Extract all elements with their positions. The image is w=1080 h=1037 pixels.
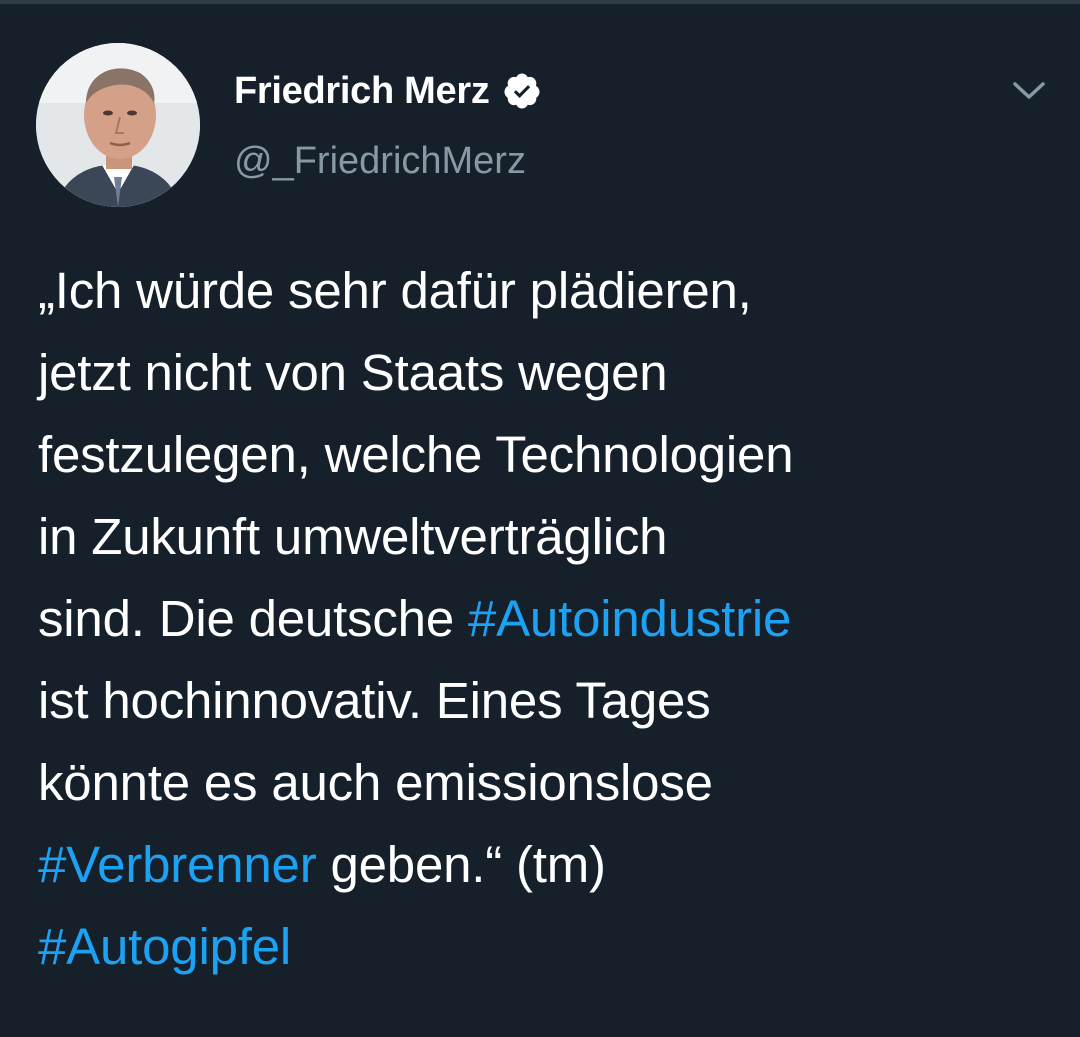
tweet-line: festzulegen, welche Technologien [38, 414, 1048, 496]
tweet-line: ist hochinnovativ. Eines Tages [38, 660, 1048, 742]
verified-badge-icon [502, 71, 542, 111]
tweet-text-segment: jetzt nicht von Staats wegen [38, 344, 668, 401]
hashtag-link[interactable]: #Verbrenner [38, 836, 317, 893]
tweet-line: jetzt nicht von Staats wegen [38, 332, 1048, 414]
tweet-text-segment: geben.“ (tm) [316, 836, 606, 893]
tweet-text-segment: ist hochinnovativ. Eines Tages [38, 672, 711, 729]
avatar[interactable] [36, 43, 200, 207]
profile-photo [36, 43, 200, 207]
tweet-text-segment: in Zukunft umweltverträglich [38, 508, 668, 565]
tweet-line: in Zukunft umweltverträglich [38, 496, 1048, 578]
tweet-line: sind. Die deutsche #Autoindustrie [38, 578, 1048, 660]
chevron-down-icon[interactable] [1008, 70, 1050, 112]
tweet-line: #Autogipfel [38, 906, 1048, 988]
tweet-line: #Verbrenner geben.“ (tm) [38, 824, 1048, 906]
author-display-name[interactable]: Friedrich Merz [234, 70, 490, 113]
author-handle[interactable]: @_FriedrichMerz [234, 140, 526, 183]
tweet-line: könnte es auch emissionslose [38, 742, 1048, 824]
tweet-text-segment: „Ich würde sehr dafür plädieren, [38, 262, 752, 319]
tweet-text-segment: sind. Die deutsche [38, 590, 468, 647]
author-name-row[interactable]: Friedrich Merz [234, 66, 542, 116]
hashtag-link[interactable]: #Autogipfel [38, 918, 291, 975]
tweet-text-segment: festzulegen, welche Technologien [38, 426, 794, 483]
tweet-text-segment: könnte es auch emissionslose [38, 754, 713, 811]
top-divider [0, 0, 1080, 4]
tweet-line: „Ich würde sehr dafür plädieren, [38, 250, 1048, 332]
tweet-text: „Ich würde sehr dafür plädieren, jetzt ni… [38, 250, 1048, 988]
hashtag-link[interactable]: #Autoindustrie [468, 590, 791, 647]
